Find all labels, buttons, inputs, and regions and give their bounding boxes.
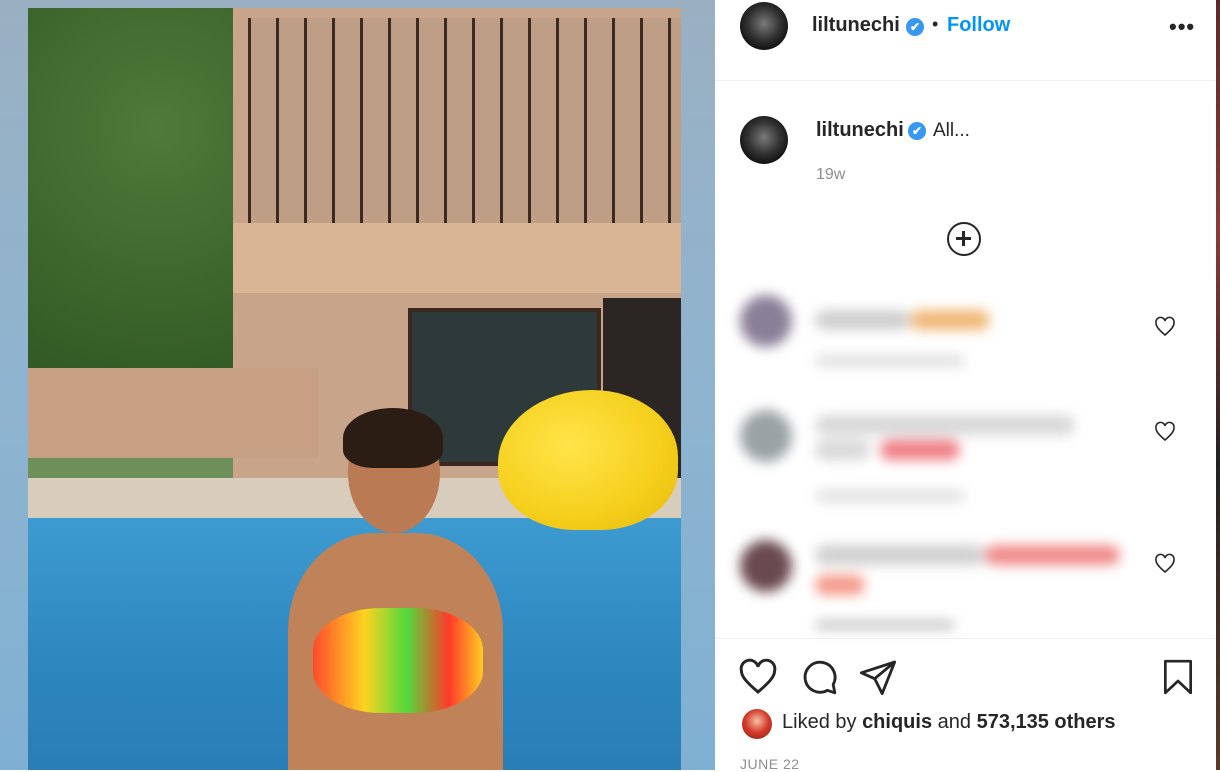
caption-username[interactable]: liltunechi [816,119,904,142]
share-icon[interactable] [858,657,898,697]
caption-avatar[interactable] [740,116,788,164]
background-edge [1216,0,1220,770]
caption-text: All... [933,120,970,141]
post-header: liltunechi ✔ • Follow ••• [715,0,1218,81]
comment-like-heart-icon[interactable] [1153,420,1177,444]
header-separator: • [932,14,939,34]
likes-count[interactable]: 573,135 others [977,711,1116,733]
follow-button[interactable]: Follow [947,14,1010,37]
caption-timestamp[interactable]: 19w [816,166,845,184]
like-heart-icon[interactable] [737,657,779,699]
post-actions: Liked by chiquis and 573,135 others JUNE… [715,638,1220,772]
likes-connector: and [937,711,972,733]
comment-like-heart-icon[interactable] [1153,315,1177,339]
more-options-icon[interactable]: ••• [1169,14,1195,40]
post-photo[interactable] [28,8,681,770]
blurred-comments [735,255,1125,635]
likes-summary: Liked by chiquis and 573,135 others [782,711,1116,734]
comment-icon[interactable] [799,657,839,697]
liked-by-user[interactable]: chiquis [862,711,932,733]
author-avatar[interactable] [740,2,788,50]
author-username[interactable]: liltunechi [812,14,900,37]
post-media-panel [0,0,715,770]
load-more-comments-icon[interactable] [947,222,981,256]
post-side-panel: liltunechi ✔ • Follow ••• liltunechi ✔ A… [715,0,1220,772]
likes-prefix: Liked by [782,711,857,733]
bookmark-icon[interactable] [1159,657,1197,697]
liked-by-avatar[interactable] [742,709,772,739]
verified-badge-icon: ✔ [908,122,926,140]
verified-badge-icon: ✔ [906,18,924,36]
comment-like-heart-icon[interactable] [1153,552,1177,576]
